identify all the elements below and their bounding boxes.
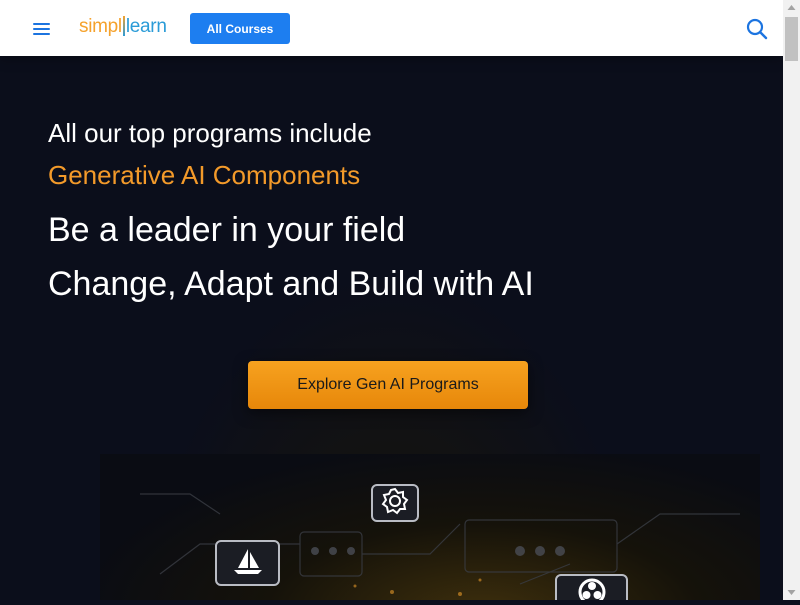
ai-illustration: [100, 454, 760, 600]
search-icon[interactable]: [744, 16, 770, 42]
all-courses-button[interactable]: All Courses: [190, 13, 290, 44]
page-viewport: simpl learn All Courses All our top progr…: [0, 0, 783, 600]
sailboat-tile: [215, 540, 280, 586]
hero-intro-text: All our top programs include: [48, 118, 372, 148]
openai-logo-icon: [576, 576, 608, 600]
scroll-up-arrow-icon[interactable]: [783, 0, 800, 17]
hamburger-menu-icon[interactable]: [30, 18, 54, 38]
scrollbar-thumb[interactable]: [785, 17, 798, 61]
simplilearn-logo[interactable]: simpl learn: [79, 16, 167, 38]
hero-headline: Be a leader in your field: [48, 211, 406, 249]
logo-divider: [122, 16, 125, 36]
openai-tile: [555, 574, 628, 600]
gear-icon: [380, 486, 410, 521]
hero-subheadline: Change, Adapt and Build with AI: [48, 265, 534, 303]
gear-tile: [371, 484, 419, 522]
scroll-down-arrow-icon[interactable]: [783, 583, 800, 600]
hero-section: All our top programs include Generative …: [0, 56, 783, 600]
sailboat-icon: [230, 546, 266, 581]
explore-gen-ai-programs-button[interactable]: Explore Gen AI Programs: [248, 361, 528, 409]
vertical-scrollbar[interactable]: [783, 0, 800, 600]
circuit-lines: [140, 493, 740, 596]
hero-highlight-text: Generative AI Components: [48, 160, 361, 190]
top-header: simpl learn All Courses: [0, 0, 783, 56]
logo-text-learn: learn: [125, 16, 167, 37]
logo-text-simpl: simpl: [79, 16, 122, 37]
